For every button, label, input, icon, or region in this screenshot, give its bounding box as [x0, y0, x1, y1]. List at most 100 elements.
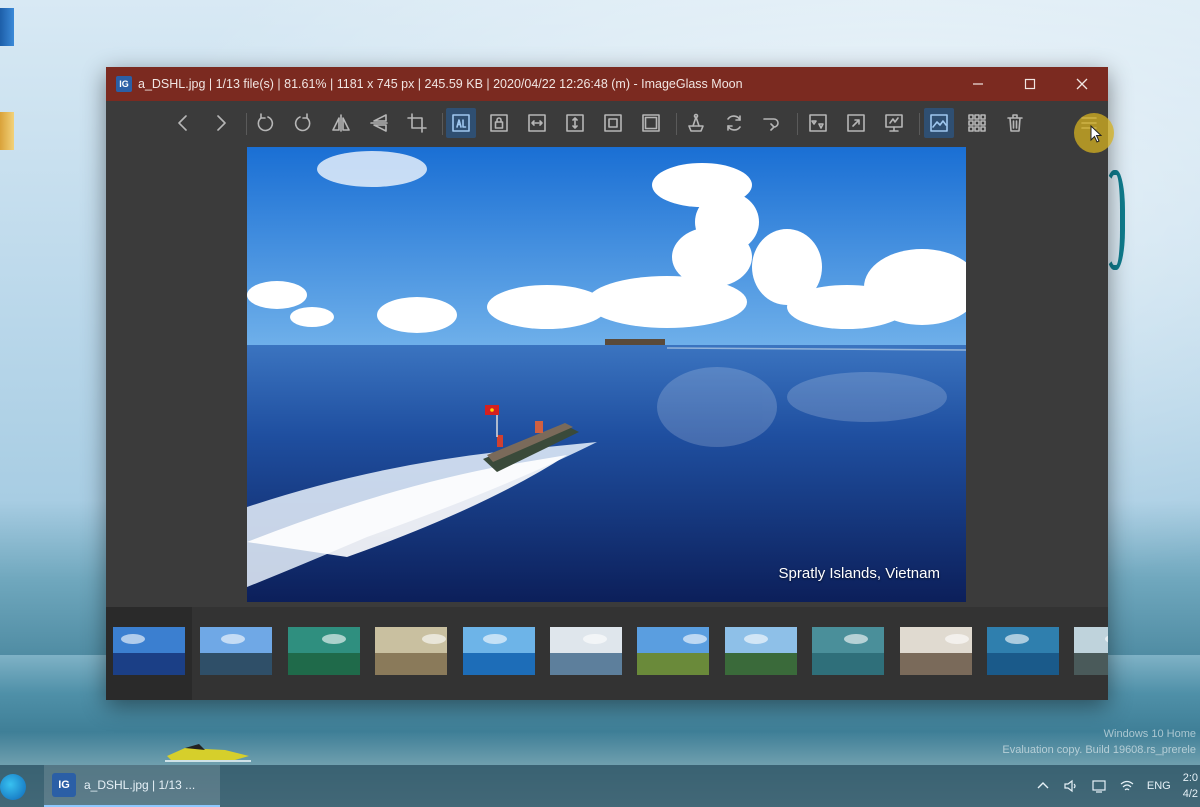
- scale-to-width-button[interactable]: [522, 108, 552, 138]
- thumb-3[interactable]: [287, 627, 360, 675]
- thumbnail-bar-button[interactable]: [924, 108, 954, 138]
- toolbar-separator: [442, 113, 443, 135]
- taskbar-clock[interactable]: 2:0 4/2: [1183, 770, 1198, 802]
- chevron-up-icon[interactable]: [1035, 778, 1051, 794]
- fullscreen-button[interactable]: [841, 108, 871, 138]
- thumbnail-image: [462, 627, 535, 675]
- photo-boat-sea: [247, 147, 966, 602]
- taskbar-imageglass-item[interactable]: IG a_DSHL.jpg | 1/13 ...: [44, 765, 220, 807]
- toolbar-separator: [919, 113, 920, 135]
- color-picker-icon: [688, 113, 704, 132]
- thumb-10[interactable]: [899, 627, 972, 675]
- color-picker-button[interactable]: [681, 108, 711, 138]
- chevron-left-icon: [178, 115, 187, 131]
- watermark-line-2: Evaluation copy. Build 19608.rs_prerele: [1002, 744, 1196, 756]
- scale-height-icon: [566, 114, 584, 132]
- lock-zoom-button[interactable]: [484, 108, 514, 138]
- minimize-icon: [973, 83, 983, 85]
- jetski-icon: [165, 744, 251, 762]
- thumbnail-image: [812, 627, 885, 675]
- thumb-6[interactable]: [550, 627, 622, 675]
- crop-button[interactable]: [402, 108, 432, 138]
- slideshow-icon: [809, 114, 827, 132]
- input-language[interactable]: ENG: [1147, 780, 1171, 792]
- thumbnail-image: [550, 627, 622, 675]
- desktop-folder-icon[interactable]: [0, 112, 14, 150]
- mouse-cursor-icon: [1090, 125, 1102, 143]
- trash-icon: [1007, 114, 1023, 132]
- thumb-2[interactable]: [200, 627, 273, 675]
- title-bar[interactable]: IG a_DSHL.jpg | 1/13 file(s) | 81.61% | …: [106, 67, 1108, 101]
- rotate-left-button[interactable]: [250, 108, 280, 138]
- thumbnail-image: [287, 627, 360, 675]
- scale-fill-icon: [642, 114, 660, 132]
- rotate-right-icon: [294, 113, 311, 132]
- thumb-7[interactable]: [637, 627, 710, 675]
- network-icon[interactable]: [1091, 778, 1107, 794]
- close-button[interactable]: [1056, 67, 1108, 101]
- thumb-8[interactable]: [724, 627, 797, 675]
- rotate-right-button[interactable]: [288, 108, 318, 138]
- refresh-button[interactable]: [719, 108, 749, 138]
- thumbnail-image: [375, 627, 448, 675]
- previous-image-button[interactable]: [168, 108, 198, 138]
- clock-date: 4/2: [1182, 788, 1198, 800]
- next-image-button[interactable]: [206, 108, 236, 138]
- refresh-icon: [727, 115, 741, 131]
- minimize-button[interactable]: [952, 67, 1004, 101]
- rotate-left-icon: [257, 113, 274, 132]
- taskbar-item-label: a_DSHL.jpg | 1/13 ...: [84, 778, 196, 792]
- slideshow-button[interactable]: [803, 108, 833, 138]
- wifi-icon[interactable]: [1119, 778, 1135, 794]
- scale-to-height-button[interactable]: [560, 108, 590, 138]
- windows-watermark: Windows 10 Home Evaluation copy. Build 1…: [1002, 726, 1196, 758]
- desktop-shortcut-icon[interactable]: [0, 8, 14, 46]
- flip-vertical-button[interactable]: [364, 108, 394, 138]
- flip-horizontal-button[interactable]: [326, 108, 356, 138]
- image-viewer[interactable]: Spratly Islands, Vietnam: [247, 147, 966, 602]
- maximize-icon: [1024, 78, 1036, 90]
- flip-vertical-icon: [370, 114, 388, 132]
- go-to-button[interactable]: [757, 108, 787, 138]
- go-to-icon: [763, 118, 779, 131]
- thumb-12[interactable]: [1074, 627, 1108, 675]
- thumbnail-image: [200, 627, 273, 675]
- close-icon: [1076, 78, 1088, 90]
- chevron-right-icon: [217, 115, 226, 131]
- toolbar-separator: [246, 113, 247, 135]
- scale-to-fit-button[interactable]: [598, 108, 628, 138]
- auto-zoom-icon: [452, 114, 470, 132]
- thumbnail-bar-icon: [930, 114, 948, 132]
- crop-icon: [407, 113, 427, 133]
- taskbar: IG a_DSHL.jpg | 1/13 ... ENG 2:0 4/2: [0, 765, 1200, 807]
- system-tray: ENG 2:0 4/2: [1035, 765, 1200, 807]
- scale-width-icon: [528, 114, 546, 132]
- thumbnail-image: [113, 627, 185, 675]
- thumb-11[interactable]: [987, 627, 1059, 675]
- frameless-icon: [885, 114, 903, 132]
- thumb-1[interactable]: [113, 627, 185, 675]
- imageglass-window: IG a_DSHL.jpg | 1/13 file(s) | 81.61% | …: [106, 67, 1108, 700]
- edge-browser-icon[interactable]: [0, 774, 26, 800]
- clock-time: 2:0: [1182, 772, 1198, 784]
- thumbnail-image: [637, 627, 710, 675]
- scale-to-fill-button[interactable]: [636, 108, 666, 138]
- maximize-button[interactable]: [1004, 67, 1056, 101]
- thumb-9[interactable]: [812, 627, 885, 675]
- fullscreen-icon: [847, 114, 865, 132]
- thumb-5[interactable]: [462, 627, 535, 675]
- flip-horizontal-icon: [332, 114, 350, 132]
- thumbnail-image: [724, 627, 797, 675]
- thumbnail-bar: [106, 607, 1108, 700]
- frameless-button[interactable]: [879, 108, 909, 138]
- imageglass-app-icon: IG: [52, 773, 76, 797]
- toolbar: [106, 101, 1108, 145]
- auto-zoom-button[interactable]: [446, 108, 476, 138]
- thumbnail-image: [987, 627, 1059, 675]
- thumb-4[interactable]: [375, 627, 448, 675]
- checkerboard-button[interactable]: [962, 108, 992, 138]
- volume-icon[interactable]: [1063, 778, 1079, 794]
- toolbar-separator: [676, 113, 677, 135]
- scale-fit-icon: [604, 114, 622, 132]
- delete-button[interactable]: [1000, 108, 1030, 138]
